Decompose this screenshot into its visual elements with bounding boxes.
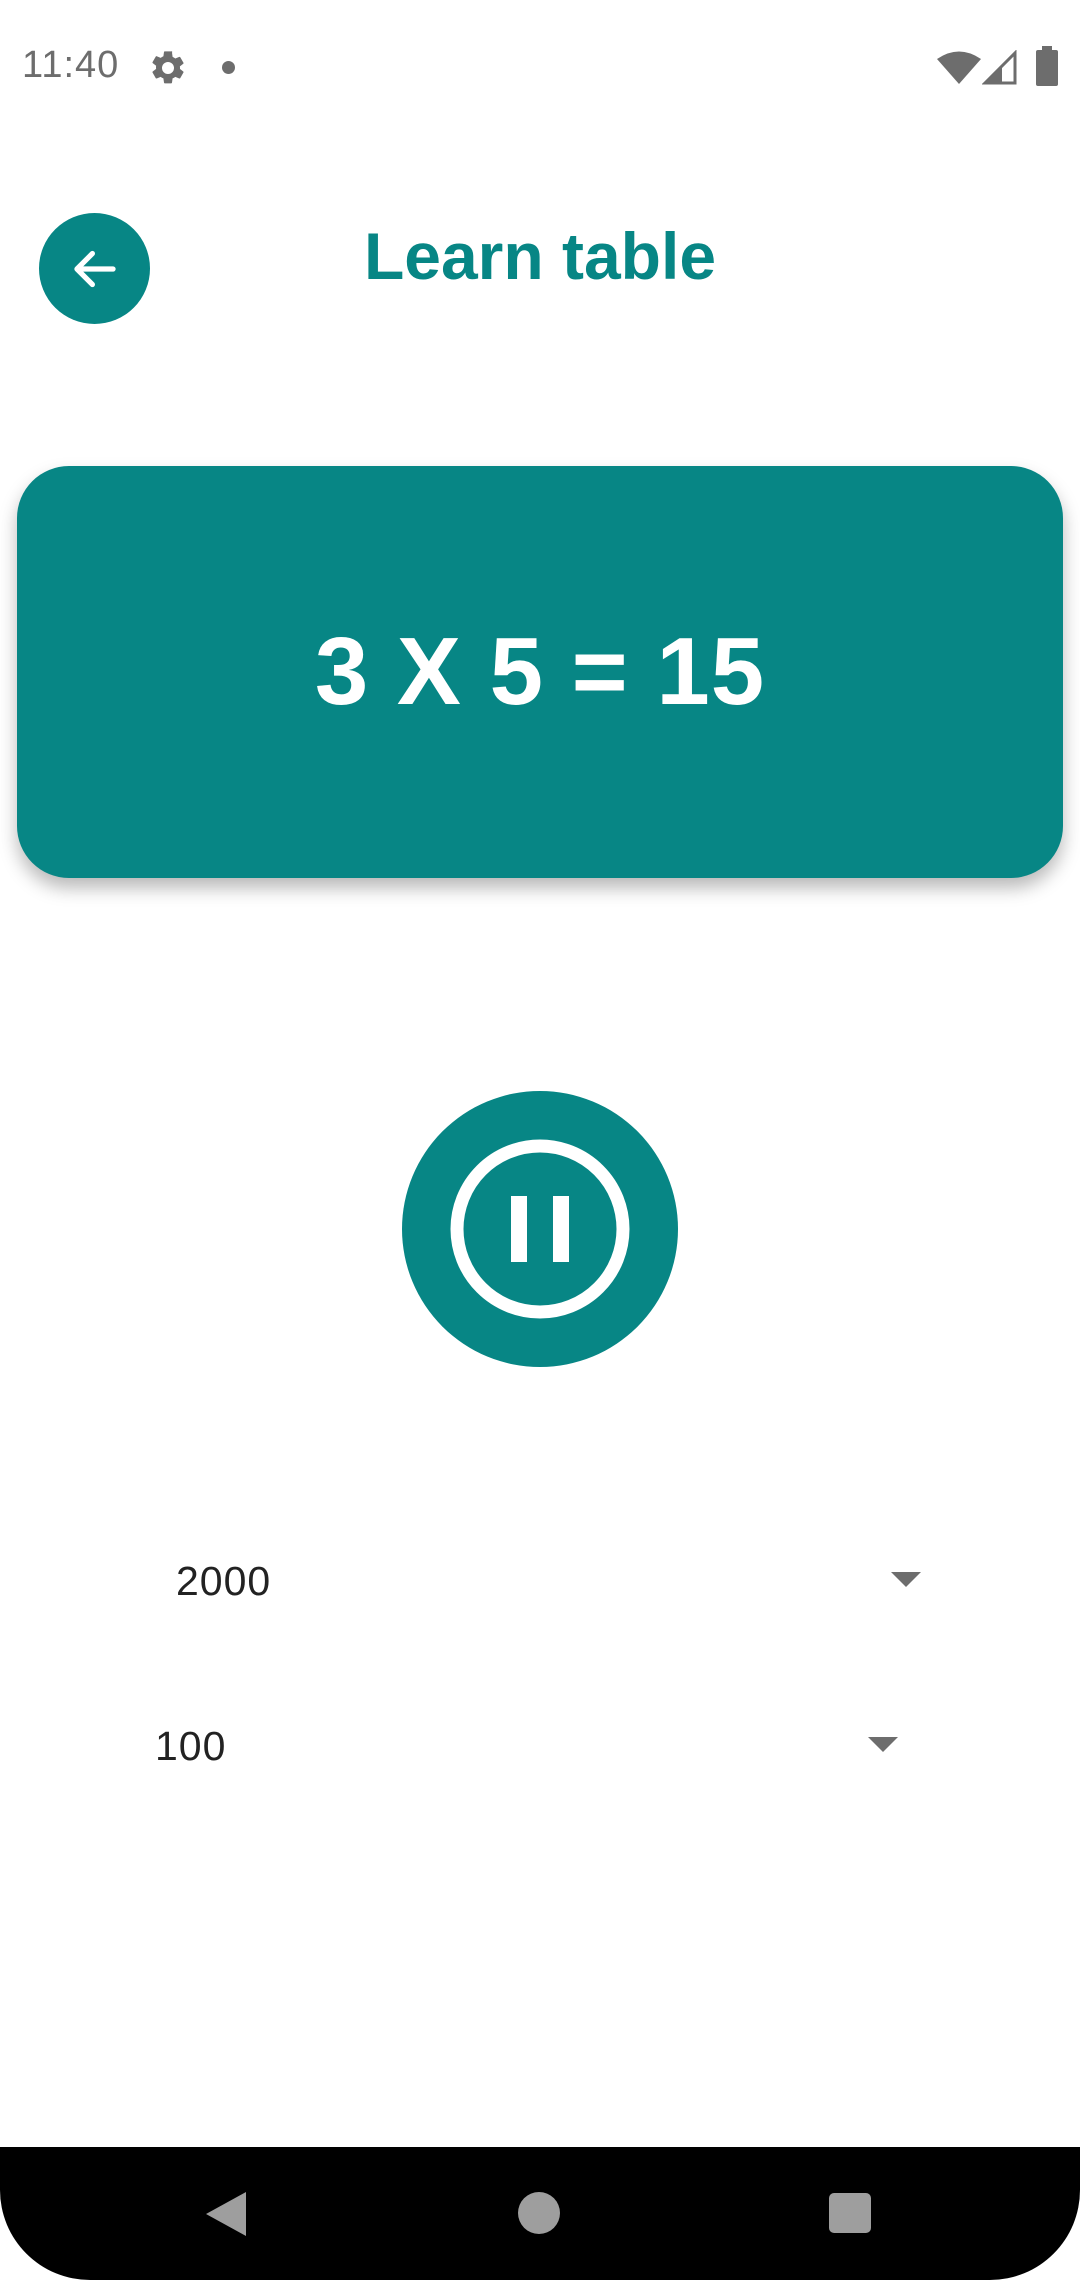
chevron-down-icon <box>891 1572 921 1587</box>
wifi-icon <box>937 51 981 84</box>
status-bar: 11:40 <box>0 0 1080 136</box>
nav-back-icon[interactable] <box>204 2190 248 2238</box>
page-title: Learn table <box>363 219 717 293</box>
notification-dot-icon <box>222 61 235 74</box>
signal-icon <box>982 50 1017 85</box>
count-dropdown[interactable]: 100 <box>155 1695 901 1795</box>
equation-text: 3 X 5 = 15 <box>314 618 766 725</box>
speed-dropdown-value: 2000 <box>176 1558 272 1604</box>
speed-dropdown[interactable]: 2000 <box>176 1530 922 1630</box>
nav-home-icon[interactable] <box>518 2192 560 2234</box>
pause-button[interactable] <box>402 1091 678 1367</box>
navigation-bar <box>0 2147 1080 2280</box>
equation-card: 3 X 5 = 15 <box>17 466 1063 878</box>
learn-table-screen: 11:40 Learn table 3 X 5 = 15 2000 100 <box>0 0 1080 2280</box>
status-time: 11:40 <box>22 44 120 86</box>
nav-recents-icon[interactable] <box>829 2193 871 2233</box>
battery-icon <box>1036 46 1058 86</box>
gear-icon <box>152 51 184 84</box>
count-dropdown-value: 100 <box>155 1723 227 1769</box>
chevron-down-icon <box>868 1737 898 1752</box>
pause-circle-icon <box>450 1139 630 1319</box>
